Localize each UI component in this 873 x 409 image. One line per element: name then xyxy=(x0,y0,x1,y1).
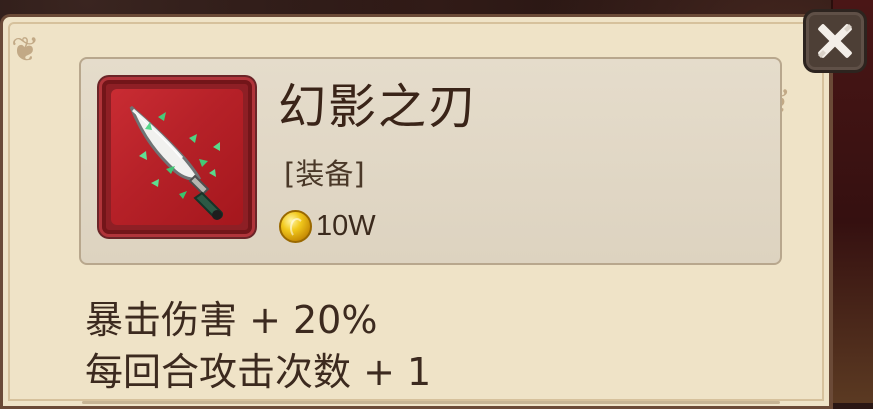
close-button[interactable] xyxy=(803,9,867,73)
stat-line: 暴击伤害 + 20% xyxy=(85,298,378,342)
item-icon-background xyxy=(111,89,243,225)
stat-line: 每回合攻击次数 + 1 xyxy=(85,350,432,394)
item-price: 10W xyxy=(316,209,376,242)
price-row: 10W xyxy=(279,208,376,244)
item-name: 幻影之刃 xyxy=(278,81,479,134)
decorative-flourish-icon: ❦ xyxy=(11,30,40,70)
gold-coin-icon xyxy=(279,209,312,243)
item-card: 幻影之刃 [装备] 10W xyxy=(79,57,782,265)
item-type: [装备] xyxy=(284,157,365,191)
item-icon-frame xyxy=(99,77,255,237)
item-detail-panel: ❦ ❦ xyxy=(0,14,833,409)
item-stats: 暴击伤害 + 20% 每回合攻击次数 + 1 xyxy=(85,294,431,398)
close-x-icon xyxy=(818,24,852,58)
phantom-blade-icon xyxy=(129,105,224,220)
